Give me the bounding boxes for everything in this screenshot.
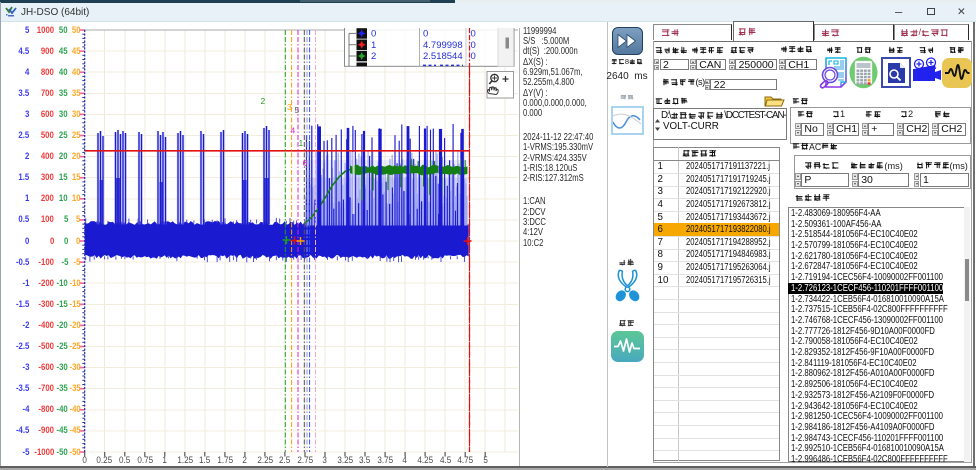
svg-text:5: 5 bbox=[295, 105, 300, 115]
svg-text:0: 0 bbox=[371, 29, 376, 40]
svg-text:1: 1 bbox=[299, 138, 304, 148]
svg-text:0: 0 bbox=[471, 51, 476, 62]
svg-text:0: 0 bbox=[471, 40, 476, 51]
svg-text:4.799998: 4.799998 bbox=[423, 40, 463, 51]
svg-text:2: 2 bbox=[371, 51, 376, 62]
svg-text:3: 3 bbox=[287, 102, 292, 112]
svg-text:2: 2 bbox=[261, 96, 266, 106]
svg-text:4: 4 bbox=[291, 126, 296, 136]
svg-text:1: 1 bbox=[371, 40, 376, 51]
svg-text:0: 0 bbox=[423, 29, 428, 40]
svg-text:6: 6 bbox=[303, 158, 308, 168]
svg-text:0: 0 bbox=[471, 29, 476, 40]
svg-text:2.518544: 2.518544 bbox=[423, 51, 463, 62]
